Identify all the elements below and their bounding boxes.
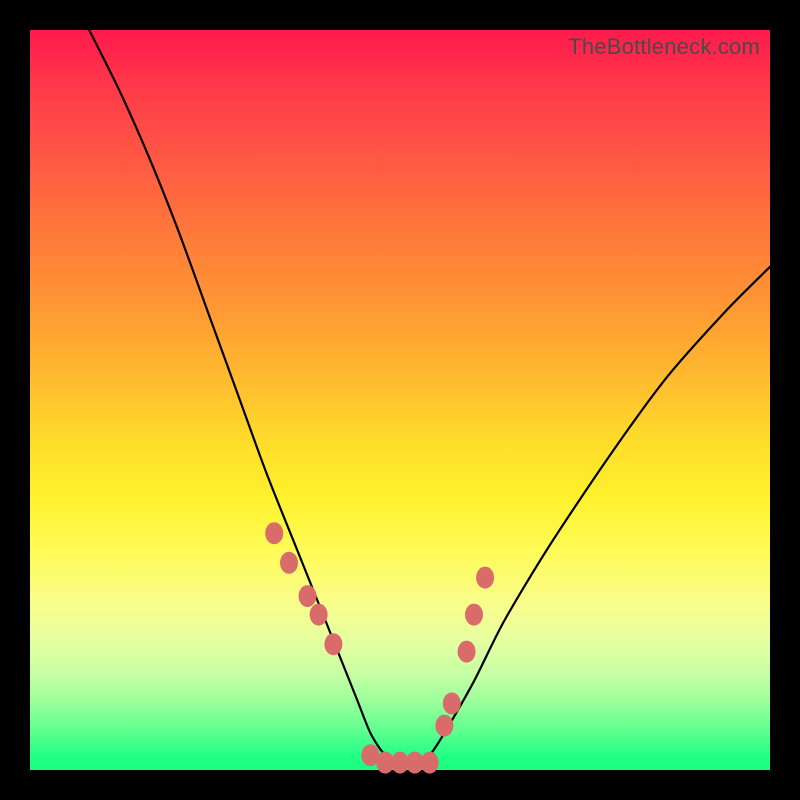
chart-frame: TheBottleneck.com	[0, 0, 800, 800]
curve-marker	[299, 585, 317, 607]
curve-marker	[265, 522, 283, 544]
curve-marker	[280, 552, 298, 574]
curve-marker	[324, 633, 342, 655]
curve-marker	[310, 604, 328, 626]
curve-marker	[458, 641, 476, 663]
marker-group	[265, 522, 494, 773]
curve-marker	[435, 715, 453, 737]
bottleneck-curve-path	[89, 30, 770, 763]
curve-marker	[421, 752, 439, 774]
curve-marker	[465, 604, 483, 626]
bottleneck-curve-svg	[30, 30, 770, 770]
curve-marker	[443, 692, 461, 714]
curve-marker	[476, 567, 494, 589]
plot-area: TheBottleneck.com	[30, 30, 770, 770]
